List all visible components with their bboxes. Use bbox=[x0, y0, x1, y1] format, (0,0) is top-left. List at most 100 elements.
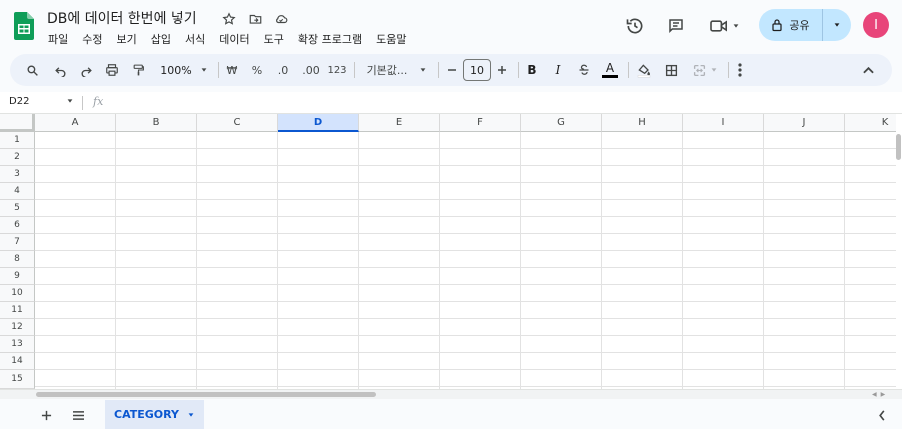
formula-bar: D22 fx bbox=[0, 92, 902, 114]
italic-button[interactable]: I bbox=[548, 54, 568, 86]
menu-file[interactable]: 파일 bbox=[48, 31, 68, 47]
row-header-3[interactable]: 3 bbox=[0, 166, 35, 183]
toolbar: 100% ₩ % .0 .00 123 기본값... 10 B I A bbox=[10, 54, 892, 86]
strikethrough-icon[interactable] bbox=[574, 54, 594, 86]
search-menus-icon[interactable] bbox=[22, 54, 42, 86]
row-header-4[interactable]: 4 bbox=[0, 183, 35, 200]
row-header-1[interactable]: 1 bbox=[0, 132, 35, 149]
share-label: 공유 bbox=[789, 19, 810, 32]
column-header-d[interactable]: D bbox=[278, 114, 359, 132]
explore-collapse-icon[interactable] bbox=[871, 404, 893, 426]
chevron-down-icon bbox=[733, 24, 738, 28]
row-header-6[interactable]: 6 bbox=[0, 217, 35, 234]
row-header-12[interactable]: 12 bbox=[0, 319, 35, 336]
meet-button[interactable] bbox=[706, 10, 742, 42]
font-size-input[interactable]: 10 bbox=[463, 59, 491, 81]
column-header-e[interactable]: E bbox=[359, 114, 440, 132]
font-size-increase-button[interactable] bbox=[494, 54, 510, 86]
name-box[interactable]: D22 bbox=[9, 96, 29, 107]
plus-icon bbox=[41, 410, 51, 420]
move-folder-icon[interactable] bbox=[246, 10, 264, 28]
menu-view[interactable]: 보기 bbox=[117, 31, 137, 47]
chevron-down-icon[interactable] bbox=[66, 97, 74, 105]
column-header-c[interactable]: C bbox=[197, 114, 278, 132]
borders-icon[interactable] bbox=[661, 54, 681, 86]
print-icon[interactable] bbox=[102, 54, 122, 86]
column-header-b[interactable]: B bbox=[116, 114, 197, 132]
column-header-a[interactable]: A bbox=[35, 114, 116, 132]
share-main[interactable]: 공유 bbox=[759, 9, 823, 41]
increase-decimal-button[interactable]: .00 bbox=[298, 54, 324, 86]
plus-icon bbox=[498, 66, 506, 74]
comments-icon[interactable] bbox=[665, 10, 687, 42]
select-all-corner[interactable] bbox=[0, 114, 35, 132]
menu-insert[interactable]: 삽입 bbox=[151, 31, 171, 47]
menu-tools[interactable]: 도구 bbox=[264, 31, 284, 47]
formula-input[interactable] bbox=[116, 95, 886, 111]
row-header-5[interactable]: 5 bbox=[0, 200, 35, 217]
sheet-tab-label: CATEGORY bbox=[114, 408, 179, 421]
zoom-select[interactable]: 100% bbox=[156, 54, 212, 86]
text-color-button[interactable]: A bbox=[600, 54, 620, 86]
column-header-k[interactable]: K bbox=[845, 114, 896, 132]
menu-format[interactable]: 서식 bbox=[185, 31, 205, 47]
row-header-7[interactable]: 7 bbox=[0, 234, 35, 251]
history-icon[interactable] bbox=[624, 10, 646, 42]
sheet-tab-category[interactable]: CATEGORY bbox=[105, 400, 204, 429]
scroll-left-icon[interactable]: ◀ bbox=[872, 391, 877, 398]
document-title[interactable]: DB에 데이터 한번에 넣기 bbox=[47, 8, 197, 28]
merge-cells-button[interactable] bbox=[688, 54, 722, 86]
row-header-10[interactable]: 10 bbox=[0, 285, 35, 302]
column-header-g[interactable]: G bbox=[521, 114, 602, 132]
add-sheet-button[interactable] bbox=[35, 404, 57, 426]
bold-button[interactable]: B bbox=[522, 54, 542, 86]
increase-decimal-label: .00 bbox=[302, 63, 320, 77]
currency-format-button[interactable]: ₩ bbox=[222, 54, 242, 86]
column-header-h[interactable]: H bbox=[602, 114, 683, 132]
decrease-decimal-button[interactable]: .0 bbox=[271, 54, 295, 86]
paint-format-icon[interactable] bbox=[128, 54, 148, 86]
row-header-15[interactable]: 15 bbox=[0, 370, 35, 389]
fill-color-icon[interactable] bbox=[634, 54, 654, 86]
spreadsheet-app: DB에 데이터 한번에 넣기 파일 수정 보기 삽입 서식 데이터 도구 확장 … bbox=[0, 0, 902, 429]
more-options-icon[interactable] bbox=[732, 54, 748, 86]
menu-extensions[interactable]: 확장 프로그램 bbox=[298, 31, 362, 47]
menu-help[interactable]: 도움말 bbox=[376, 31, 406, 47]
row-header-8[interactable]: 8 bbox=[0, 251, 35, 268]
share-dropdown[interactable] bbox=[823, 21, 851, 29]
percent-format-button[interactable]: % bbox=[247, 54, 267, 86]
chevron-down-icon[interactable] bbox=[187, 411, 195, 419]
sheets-logo-icon[interactable] bbox=[14, 12, 34, 40]
all-sheets-button[interactable] bbox=[67, 404, 89, 426]
collapse-toolbar-icon[interactable] bbox=[858, 54, 878, 86]
share-button[interactable]: 공유 bbox=[759, 9, 851, 41]
avatar[interactable]: I bbox=[863, 12, 889, 38]
font-family-value: 기본값... bbox=[366, 64, 408, 77]
horizontal-scrollbar[interactable]: ◀ ▶ bbox=[0, 389, 902, 399]
row-header-11[interactable]: 11 bbox=[0, 302, 35, 319]
decrease-decimal-label: .0 bbox=[277, 63, 289, 77]
undo-icon[interactable] bbox=[50, 54, 70, 86]
cloud-saved-icon[interactable] bbox=[272, 10, 290, 28]
column-header-f[interactable]: F bbox=[440, 114, 521, 132]
menu-data[interactable]: 데이터 bbox=[219, 31, 249, 47]
redo-icon[interactable] bbox=[76, 54, 96, 86]
horizontal-scroll-thumb[interactable] bbox=[36, 392, 376, 397]
star-icon[interactable] bbox=[220, 10, 238, 28]
row-header-2[interactable]: 2 bbox=[0, 149, 35, 166]
toolbar-divider bbox=[218, 62, 219, 78]
menu-edit[interactable]: 수정 bbox=[82, 31, 102, 47]
number-format-button[interactable]: 123 bbox=[326, 54, 348, 86]
vertical-scroll-thumb[interactable] bbox=[896, 134, 901, 160]
row-header-14[interactable]: 14 bbox=[0, 353, 35, 370]
formula-divider bbox=[82, 96, 83, 110]
row-header-13[interactable]: 13 bbox=[0, 336, 35, 353]
column-header-i[interactable]: I bbox=[683, 114, 764, 132]
cell-area[interactable] bbox=[35, 132, 896, 389]
font-size-decrease-button[interactable] bbox=[444, 54, 460, 86]
column-header-j[interactable]: J bbox=[764, 114, 845, 132]
vertical-scrollbar[interactable] bbox=[896, 114, 902, 389]
scroll-right-icon[interactable]: ▶ bbox=[881, 391, 886, 398]
row-header-9[interactable]: 9 bbox=[0, 268, 35, 285]
font-family-select[interactable]: 기본값... bbox=[362, 54, 432, 86]
